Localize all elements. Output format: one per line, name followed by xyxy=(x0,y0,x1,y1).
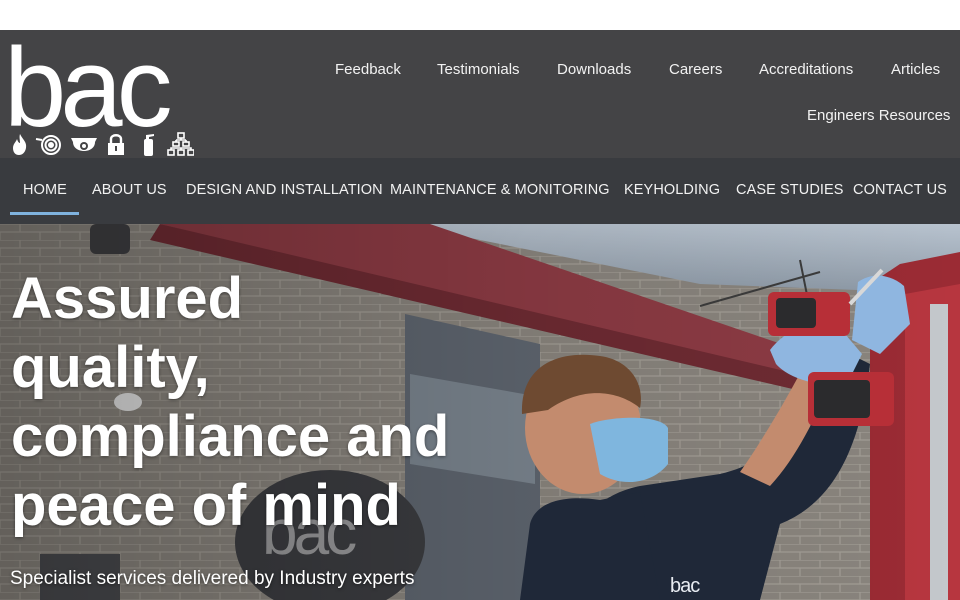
util-link-accreditations[interactable]: Accreditations xyxy=(759,61,853,78)
top-whitespace xyxy=(0,0,960,30)
network-icon xyxy=(167,132,194,156)
bac-logo-wordmark: bac xyxy=(4,38,177,133)
extinguisher-icon xyxy=(144,134,154,156)
util-link-downloads[interactable]: Downloads xyxy=(557,61,631,78)
hero-headline-line-2: quality, xyxy=(11,335,210,400)
nav-item-case-studies[interactable]: CASE STUDIES xyxy=(736,182,844,198)
hero-banner: bac bac Assured quality, compliance and … xyxy=(0,224,960,600)
hero-headline-line-4: peace of mind xyxy=(11,473,401,538)
cctv-camera-icon xyxy=(71,138,97,151)
svg-text:bac: bac xyxy=(670,575,700,597)
nav-item-home[interactable]: HOME xyxy=(23,182,67,198)
hose-reel-icon xyxy=(35,135,61,155)
flame-icon xyxy=(13,134,27,155)
logo-service-icons xyxy=(13,132,194,156)
main-navigation: HOME ABOUT US DESIGN AND INSTALLATION MA… xyxy=(0,158,960,224)
nav-item-design-and-installation[interactable]: DESIGN AND INSTALLATION xyxy=(186,182,383,198)
nav-item-about-us[interactable]: ABOUT US xyxy=(92,182,167,198)
util-link-careers[interactable]: Careers xyxy=(669,61,722,78)
nav-item-contact-us[interactable]: CONTACT US xyxy=(853,182,947,198)
nav-item-maintenance-monitoring[interactable]: MAINTENANCE & MONITORING xyxy=(390,182,610,198)
active-nav-indicator xyxy=(10,212,79,215)
padlock-icon xyxy=(108,134,124,155)
site-header: bac Feedback Testimonials Downloads Care… xyxy=(0,30,960,158)
hero-headline: Assured quality, compliance and peace of… xyxy=(11,264,511,540)
util-link-articles[interactable]: Articles xyxy=(891,61,940,78)
hero-subtitle: Specialist services delivered by Industr… xyxy=(10,568,415,589)
hero-headline-line-1: Assured xyxy=(11,266,244,331)
svg-text:bac: bac xyxy=(4,38,171,133)
bac-logo[interactable]: bac xyxy=(4,38,194,156)
hero-headline-line-3: compliance and xyxy=(11,404,450,469)
util-link-feedback[interactable]: Feedback xyxy=(335,61,401,78)
util-link-testimonials[interactable]: Testimonials xyxy=(437,61,520,78)
util-link-engineers-resources[interactable]: Engineers Resources xyxy=(807,107,950,124)
nav-item-keyholding[interactable]: KEYHOLDING xyxy=(624,182,720,198)
